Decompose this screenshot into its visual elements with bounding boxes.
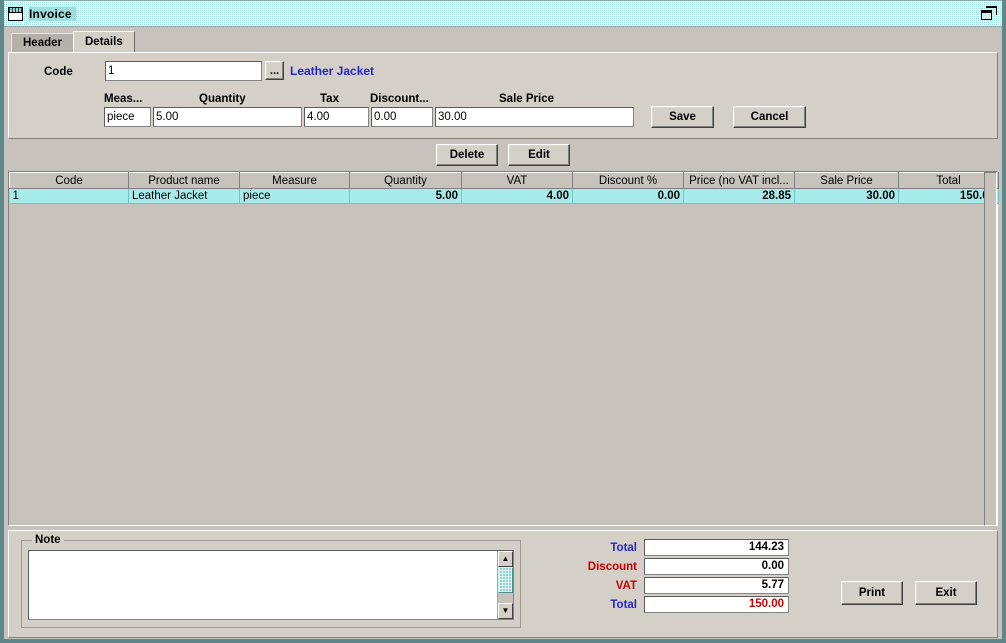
table-header-row: Code Product name Measure Quantity VAT D… <box>10 173 999 189</box>
cell-measure: piece <box>240 189 350 204</box>
cell-code: 1 <box>10 189 129 204</box>
window-title: Invoice <box>29 7 76 21</box>
value-grand-total: 150.00 <box>644 596 789 613</box>
print-button[interactable]: Print <box>841 581 903 605</box>
col-vat[interactable]: VAT <box>462 173 573 189</box>
cancel-button[interactable]: Cancel <box>733 106 806 128</box>
tax-input[interactable] <box>304 107 369 127</box>
line-item-form: Code ... Leather Jacket Meas... Quantity… <box>8 52 998 139</box>
grid-action-bar: Delete Edit <box>8 139 998 171</box>
value-vat: 5.77 <box>644 577 789 594</box>
tax-label: Tax <box>320 93 339 105</box>
note-field-wrapper: ▲ ▼ <box>28 550 514 620</box>
total-row-discount: Discount 0.00 <box>569 558 789 575</box>
value-total-net: 144.23 <box>644 539 789 556</box>
quantity-input[interactable] <box>153 107 302 127</box>
total-row-vat: VAT 5.77 <box>569 577 789 594</box>
note-group: Note ▲ ▼ <box>21 540 521 628</box>
save-button[interactable]: Save <box>651 106 714 128</box>
edit-button[interactable]: Edit <box>508 144 570 166</box>
code-label: Code <box>44 66 73 78</box>
sale-price-label: Sale Price <box>499 93 554 105</box>
restore-window-icon[interactable] <box>981 6 999 22</box>
col-product-name[interactable]: Product name <box>129 173 240 189</box>
label-total-net: Total <box>569 542 644 554</box>
tab-details[interactable]: Details <box>73 31 135 52</box>
col-code[interactable]: Code <box>10 173 129 189</box>
table-vertical-scrollbar[interactable] <box>984 172 997 526</box>
scrollbar-thumb[interactable] <box>498 567 513 593</box>
col-sale-price[interactable]: Sale Price <box>795 173 899 189</box>
cell-discount-pct: 0.00 <box>573 189 684 204</box>
measure-input[interactable] <box>104 107 151 127</box>
tab-strip: Header Details <box>1 30 1005 52</box>
cell-price-no-vat: 28.85 <box>684 189 795 204</box>
cell-vat: 4.00 <box>462 189 573 204</box>
discount-label: Discount... <box>370 93 429 105</box>
tab-header[interactable]: Header <box>11 33 74 52</box>
total-row-subtotal: Total 144.23 <box>569 539 789 556</box>
col-measure[interactable]: Measure <box>240 173 350 189</box>
measure-label: Meas... <box>104 93 142 105</box>
title-bar: Invoice <box>1 1 1005 27</box>
note-textarea[interactable] <box>29 551 497 619</box>
code-input[interactable] <box>105 61 262 81</box>
quantity-label: Quantity <box>199 93 246 105</box>
col-price-no-vat[interactable]: Price (no VAT incl... <box>684 173 795 189</box>
scroll-up-icon[interactable]: ▲ <box>498 551 513 567</box>
sale-price-input[interactable] <box>435 107 634 127</box>
line-items-table: Code Product name Measure Quantity VAT D… <box>8 171 998 526</box>
note-scrollbar[interactable]: ▲ ▼ <box>497 551 513 619</box>
table-row[interactable]: 1 Leather Jacket piece 5.00 4.00 0.00 28… <box>10 189 999 204</box>
summary-panel: Note ▲ ▼ Total 144.23 Disco <box>8 530 998 638</box>
cell-quantity: 5.00 <box>350 189 462 204</box>
line-items-grid: Code Product name Measure Quantity VAT D… <box>9 172 999 204</box>
label-discount: Discount <box>569 561 644 573</box>
totals-panel: Total 144.23 Discount 0.00 VAT 5.77 Tota… <box>569 539 789 615</box>
product-name-link[interactable]: Leather Jacket <box>290 64 374 78</box>
exit-button[interactable]: Exit <box>915 581 977 605</box>
code-browse-button[interactable]: ... <box>265 61 284 80</box>
label-grand-total: Total <box>569 599 644 611</box>
total-row-grand: Total 150.00 <box>569 596 789 613</box>
cell-product-name: Leather Jacket <box>129 189 240 204</box>
discount-input[interactable] <box>371 107 433 127</box>
tab-content: Code ... Leather Jacket Meas... Quantity… <box>8 52 998 642</box>
invoice-window: Invoice Header Details Code ... Leather … <box>0 0 1006 643</box>
col-quantity[interactable]: Quantity <box>350 173 462 189</box>
col-discount-pct[interactable]: Discount % <box>573 173 684 189</box>
label-vat: VAT <box>569 580 644 592</box>
scrollbar-track[interactable] <box>498 593 513 603</box>
note-group-label: Note <box>32 534 64 546</box>
table-empty-area <box>9 204 997 525</box>
value-discount: 0.00 <box>644 558 789 575</box>
footer-buttons: Print Exit <box>841 581 977 605</box>
window-icon <box>8 7 23 21</box>
cell-sale-price: 30.00 <box>795 189 899 204</box>
scroll-down-icon[interactable]: ▼ <box>498 603 513 619</box>
delete-button[interactable]: Delete <box>436 144 498 166</box>
